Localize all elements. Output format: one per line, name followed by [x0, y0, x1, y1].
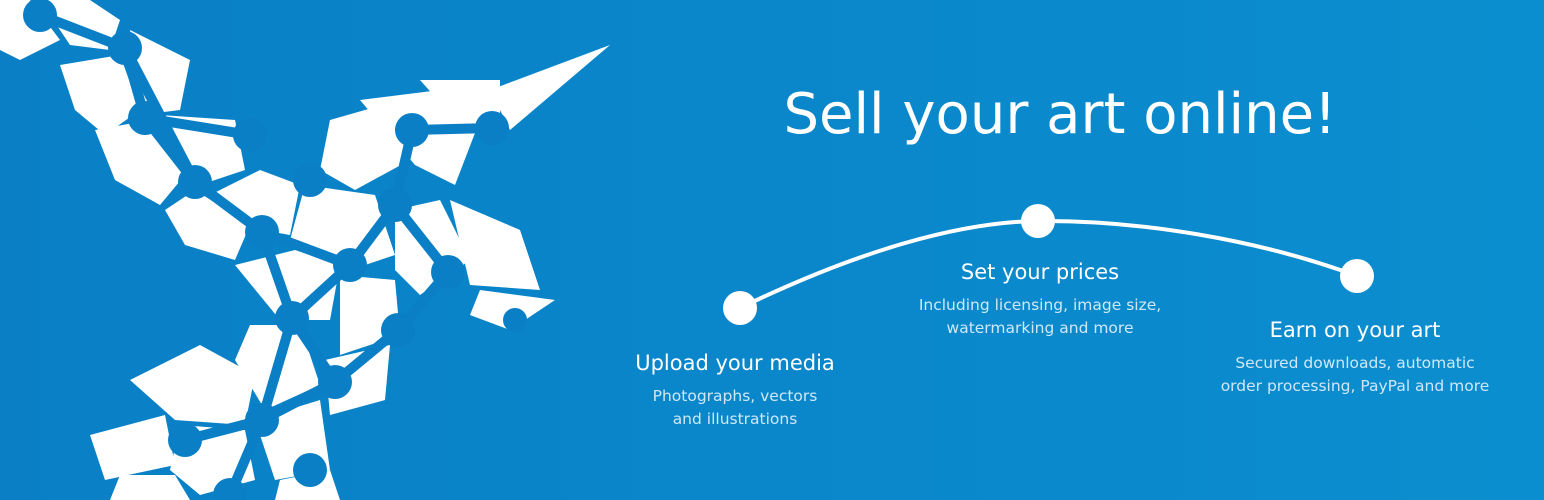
step-title: Upload your media	[635, 351, 835, 375]
step-1-dot-icon	[723, 291, 757, 325]
step-description: Photographs, vectors and illustrations	[652, 387, 818, 428]
step-earn: Earn on your art Secured downloads, auto…	[1200, 316, 1510, 398]
step-title: Earn on your art	[1269, 318, 1441, 342]
step-prices: Set your prices Including licensing, ima…	[890, 258, 1190, 340]
step-2-dot-icon	[1021, 204, 1055, 238]
geometric-hummingbird-icon	[0, 0, 610, 500]
headline: Sell your art online!	[783, 82, 1337, 147]
step-description: Secured downloads, automatic order proce…	[1220, 354, 1490, 395]
step-description: Including licensing, image size, waterma…	[918, 296, 1162, 337]
hero-banner: Sell your art online! Upload your media …	[0, 0, 1544, 500]
step-3-dot-icon	[1340, 259, 1374, 293]
step-title: Set your prices	[960, 260, 1120, 284]
step-upload: Upload your media Photographs, vectors a…	[590, 349, 880, 431]
